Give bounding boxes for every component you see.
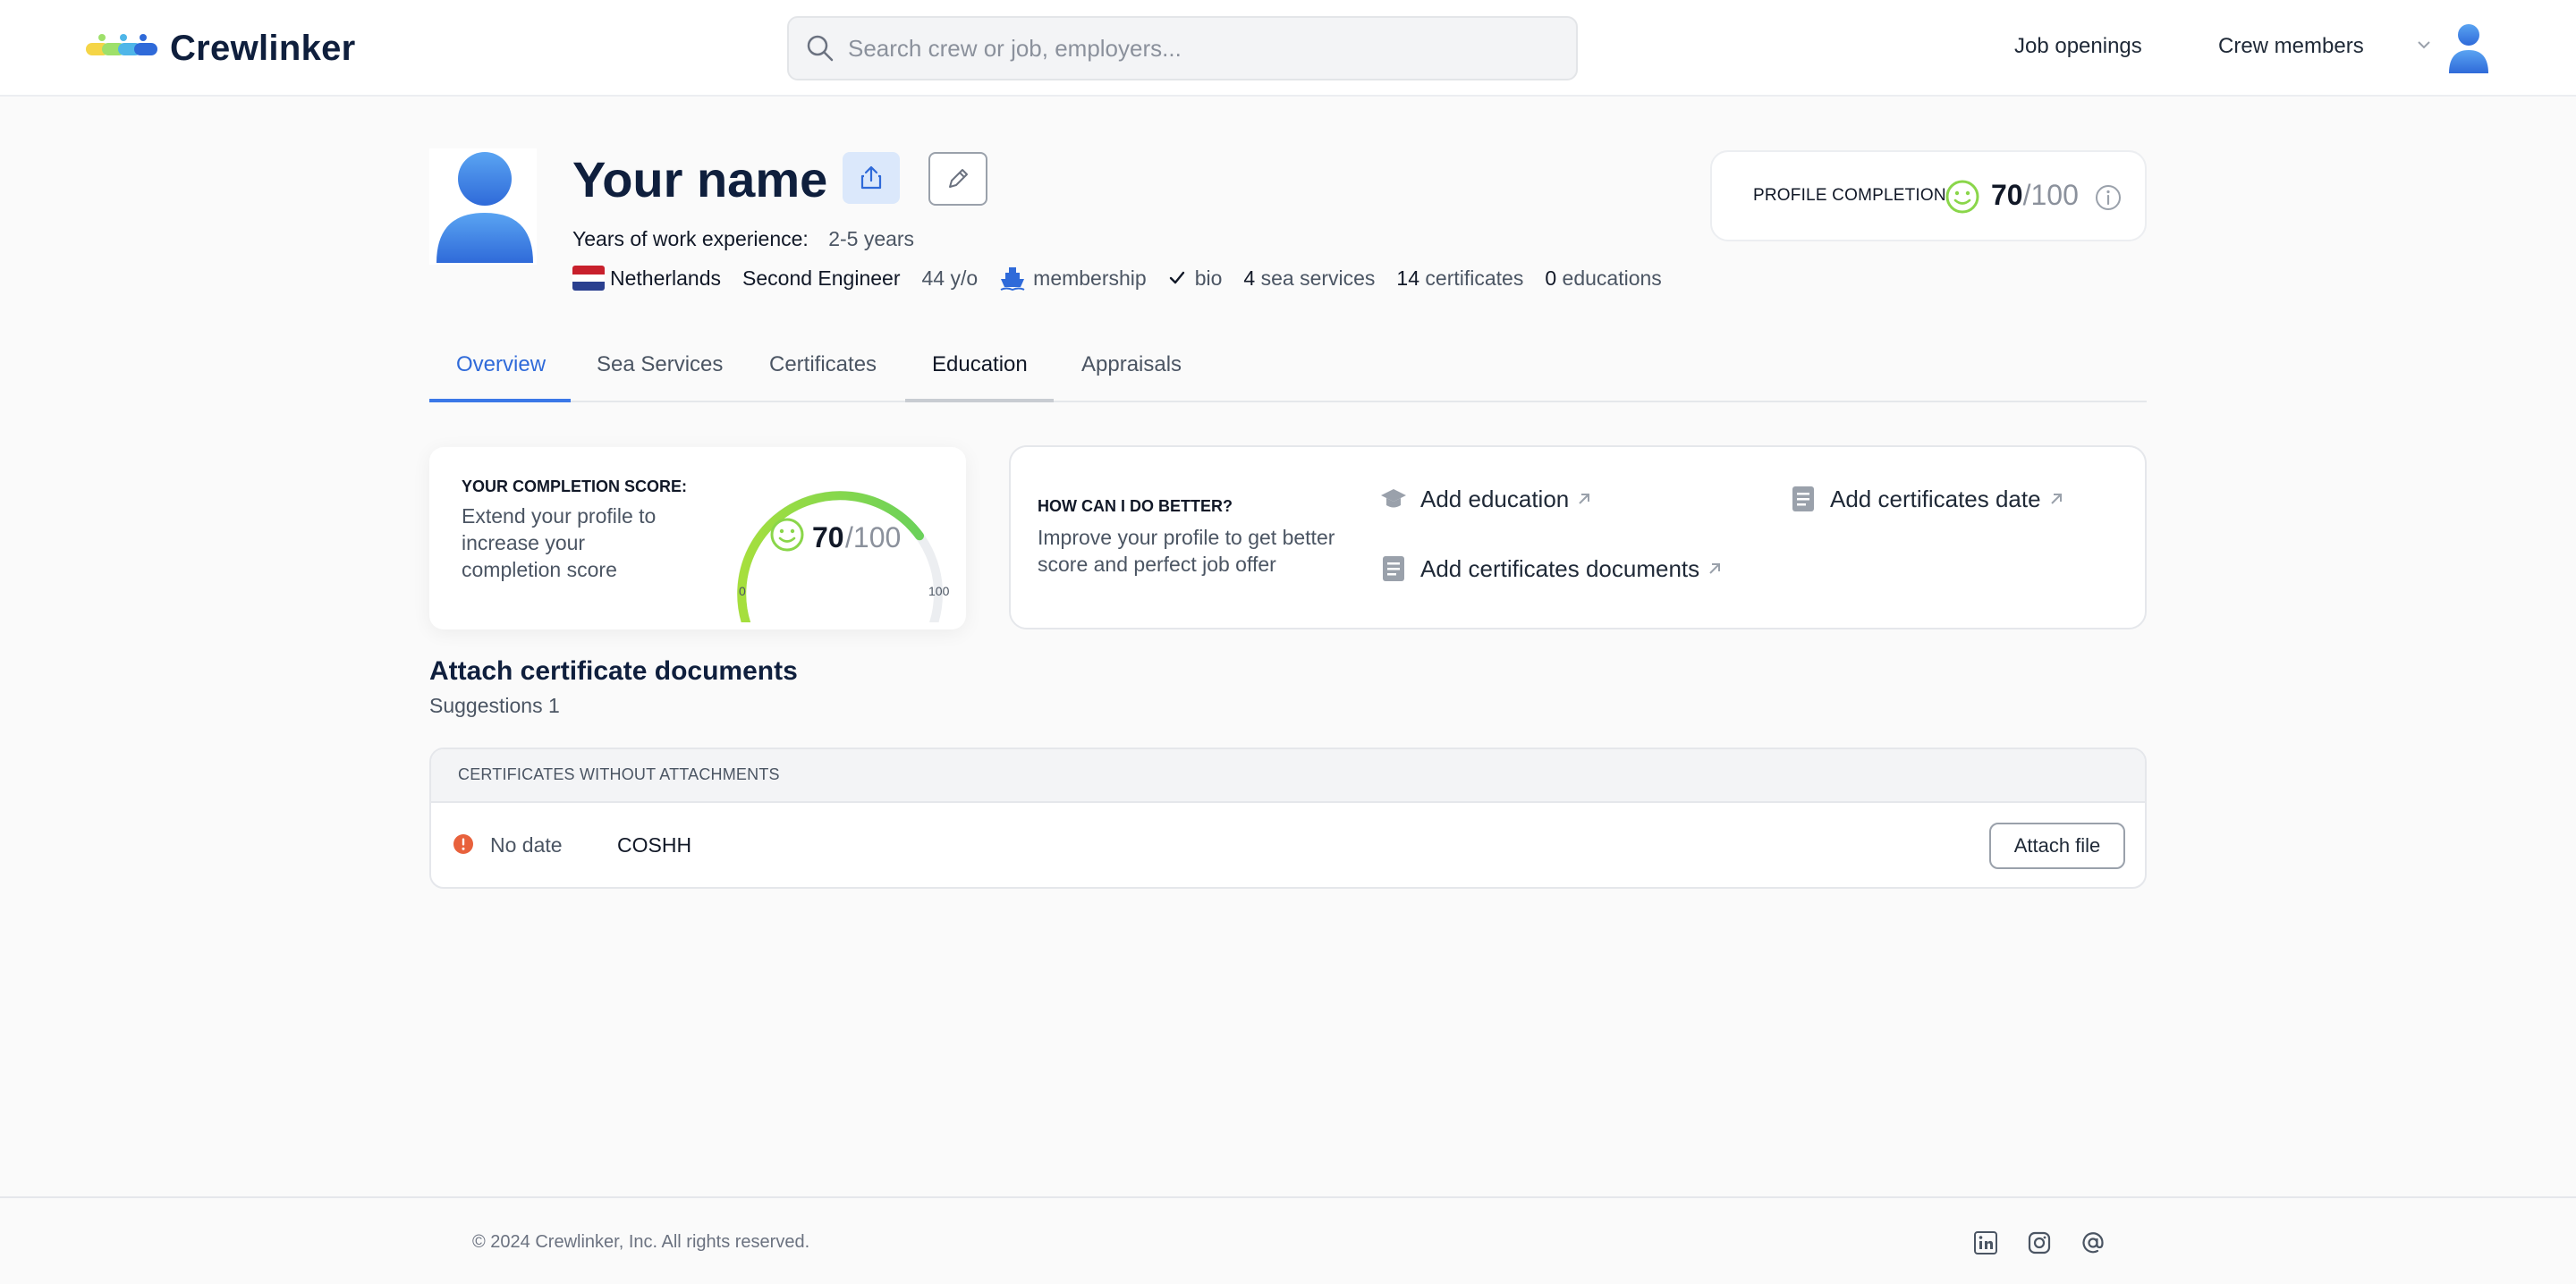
membership-label: membership <box>1033 266 1147 290</box>
brand-logo[interactable]: Crewlinker <box>84 27 356 70</box>
completion-score-max: /100 <box>2022 179 2079 211</box>
age-label: 44 y/o <box>921 266 979 290</box>
suggestions-count: Suggestions 1 <box>429 694 560 717</box>
brand-name: Crewlinker <box>170 28 356 68</box>
gauge-min-label: 0 <box>739 584 746 598</box>
search-icon <box>807 35 834 62</box>
document-icon <box>1383 556 1404 581</box>
improvement-card: HOW CAN I DO BETTER? Improve your profil… <box>1009 445 2147 629</box>
search-box[interactable] <box>787 16 1578 80</box>
sea-services-count: 4 sea services <box>1243 266 1375 291</box>
page-footer: © 2024 Crewlinker, Inc. All rights reser… <box>0 1196 2576 1284</box>
completion-score-card: YOUR COMPLETION SCORE: Extend your profi… <box>429 447 966 629</box>
attach-section-title: Attach certificate documents <box>429 656 798 686</box>
profile-tabs: Overview Sea Services Certificates Educa… <box>429 336 2147 402</box>
document-icon <box>1792 486 1814 511</box>
graduation-cap-icon <box>1381 489 1406 508</box>
sea-services-label: sea services <box>1260 266 1376 290</box>
add-education-link[interactable]: Add education <box>1379 485 1592 513</box>
certificate-name: COSHH <box>617 833 692 857</box>
tab-sea-services[interactable]: Sea Services <box>597 352 723 377</box>
add-education-label: Add education <box>1420 485 1570 512</box>
search-input[interactable] <box>848 34 1563 63</box>
arrow-up-right-icon <box>1709 563 1721 574</box>
bio-item: bio <box>1168 266 1223 291</box>
smiley-icon <box>1945 180 1979 214</box>
user-avatar-icon[interactable] <box>2447 23 2490 73</box>
experience-value: 2-5 years <box>828 227 915 250</box>
pencil-icon <box>949 169 968 188</box>
ship-icon <box>1000 267 1025 291</box>
certificates-count: 14 certificates <box>1396 266 1523 291</box>
nav-job-openings[interactable]: Job openings <box>2014 34 2142 59</box>
checkmark-icon <box>1169 271 1184 284</box>
arrow-up-right-icon <box>2050 494 2062 504</box>
table-header: CERTIFICATES WITHOUT ATTACHMENTS <box>431 749 2145 803</box>
gauge-smiley-icon <box>770 518 804 552</box>
tab-certificates[interactable]: Certificates <box>769 352 877 377</box>
sea-services-number: 4 <box>1243 266 1256 290</box>
improvement-description: Improve your profile to get better score… <box>1038 526 1335 576</box>
gauge-max-label: 100 <box>928 584 950 598</box>
chevron-down-icon[interactable] <box>2415 38 2433 52</box>
gauge-track <box>737 491 943 622</box>
gauge-score-value: 70 <box>812 521 844 553</box>
rank-label: Second Engineer <box>742 266 901 290</box>
profile-meta-row: Netherlands Second Engineer 44 y/o membe… <box>572 265 1683 291</box>
share-icon <box>860 165 882 190</box>
profile-name: Your name <box>572 151 828 207</box>
educations-count: 0 educations <box>1545 266 1661 291</box>
active-tab-indicator <box>429 399 571 402</box>
add-certificates-documents-link[interactable]: Add certificates documents <box>1379 554 1723 583</box>
experience-row: Years of work experience: 2-5 years <box>572 227 914 251</box>
warning-icon <box>453 834 473 854</box>
certificates-without-attachments-table: CERTIFICATES WITHOUT ATTACHMENTS No date… <box>429 748 2147 889</box>
educations-number: 0 <box>1545 266 1557 290</box>
profile-avatar-icon[interactable] <box>429 148 537 265</box>
country-item: Netherlands <box>572 266 721 291</box>
add-certificates-date-label: Add certificates date <box>1830 485 2041 512</box>
profile-completion-label: PROFILE COMPLETION <box>1753 186 1946 205</box>
experience-label: Years of work experience: <box>572 227 809 250</box>
membership-item: membership <box>999 265 1147 291</box>
linkedin-icon[interactable] <box>1973 1230 1998 1255</box>
tab-appraisals[interactable]: Appraisals <box>1081 352 1182 377</box>
info-icon[interactable] <box>2095 184 2122 211</box>
improvement-title: HOW CAN I DO BETTER? <box>1038 497 1233 515</box>
certificates-label: certificates <box>1425 266 1524 290</box>
top-header: Crewlinker Job openings Crew members <box>0 0 2576 97</box>
score-card-title: YOUR COMPLETION SCORE: <box>462 477 688 495</box>
netherlands-flag-icon <box>572 266 605 291</box>
profile-completion-score: 70/100 <box>1991 179 2079 212</box>
table-row: No date COSHH Attach file <box>431 803 2145 887</box>
gauge-fill <box>737 491 924 622</box>
score-card-description: Extend your profile to increase your com… <box>462 504 657 581</box>
gauge-score-max: /100 <box>845 521 901 553</box>
hover-tab-indicator <box>905 399 1054 402</box>
educations-label: educations <box>1562 266 1662 290</box>
attach-file-button[interactable]: Attach file <box>1989 823 2125 869</box>
copyright-text: © 2024 Crewlinker, Inc. All rights reser… <box>472 1232 810 1252</box>
tab-education[interactable]: Education <box>932 352 1028 377</box>
certificates-number: 14 <box>1396 266 1420 290</box>
edit-profile-button[interactable] <box>928 152 987 206</box>
add-certificates-documents-label: Add certificates documents <box>1420 554 1700 582</box>
nav-crew-members[interactable]: Crew members <box>2218 34 2364 59</box>
completion-gauge: 70 /100 0 100 <box>737 491 950 622</box>
share-profile-button[interactable] <box>843 152 900 204</box>
bio-label: bio <box>1194 266 1223 290</box>
at-sign-icon[interactable] <box>2080 1230 2106 1255</box>
profile-completion-card: PROFILE COMPLETION 70/100 <box>1710 150 2147 241</box>
certificate-date: No date <box>490 833 563 857</box>
arrow-up-right-icon <box>1579 494 1590 504</box>
completion-score-value: 70 <box>1991 179 2023 211</box>
tab-overview[interactable]: Overview <box>456 352 546 377</box>
crewlinker-logo-icon <box>86 34 157 55</box>
add-certificates-date-link[interactable]: Add certificates date <box>1789 485 2064 513</box>
country-name: Netherlands <box>610 266 722 290</box>
instagram-icon[interactable] <box>2027 1230 2052 1255</box>
